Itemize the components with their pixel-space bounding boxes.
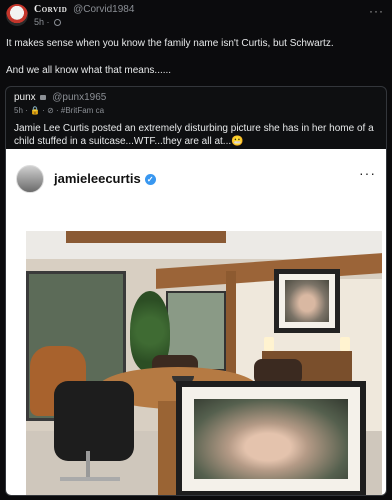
embed-more-icon[interactable]: ··· xyxy=(359,165,376,181)
photo-lamp-left xyxy=(264,337,274,351)
author-row: Corvid @Corvid1984 xyxy=(34,4,134,15)
room-photo[interactable] xyxy=(26,231,382,495)
quote-text-line-2: child stuffed in a suitcase...WTF...they… xyxy=(14,136,244,147)
post-time: 5h xyxy=(34,17,45,27)
lock-icon xyxy=(40,95,47,100)
photo-wall-frame xyxy=(274,269,340,333)
verified-badge-icon: ✓ xyxy=(144,174,156,185)
quote-author-handle[interactable]: @punx1965 xyxy=(52,92,106,103)
photo-beam-top xyxy=(66,231,226,243)
quoted-post[interactable]: punx @punx1965 5h · 🔒 · ⊘ · #BritFam ca … xyxy=(5,86,387,496)
photo-chair-base xyxy=(60,477,120,481)
instagram-embed[interactable]: jamieleecurtis ✓ ··· xyxy=(6,149,386,495)
globe-icon xyxy=(54,19,62,26)
post-text-line-2: And we all know what that means...... xyxy=(6,65,172,76)
author-name[interactable]: Corvid xyxy=(34,4,67,15)
post-text-line-1: It makes sense when you know the family … xyxy=(6,38,334,49)
embed-username-text: jamieleecurtis xyxy=(54,171,141,186)
embed-username[interactable]: jamieleecurtis ✓ xyxy=(54,171,156,186)
quote-meta: 5h · 🔒 · ⊘ · #BritFam ca xyxy=(14,106,105,115)
photo-table-base xyxy=(158,401,178,495)
author-handle[interactable]: @Corvid1984 xyxy=(73,4,134,15)
post-card: Corvid @Corvid1984 5h · ··· It makes sen… xyxy=(0,0,392,500)
quote-author-row: punx @punx1965 xyxy=(14,92,106,103)
more-icon[interactable]: ··· xyxy=(369,4,384,18)
embed-avatar[interactable] xyxy=(16,165,44,193)
author-avatar[interactable] xyxy=(6,4,28,26)
post-meta: 5h · xyxy=(34,17,62,27)
quote-author-name[interactable]: punx xyxy=(14,92,36,103)
photo-lamp-right xyxy=(340,337,350,351)
photo-closeup-inset xyxy=(176,381,366,495)
quote-text-line-1: Jamie Lee Curtis posted an extremely dis… xyxy=(14,123,374,134)
photo-office-chair xyxy=(54,381,134,461)
